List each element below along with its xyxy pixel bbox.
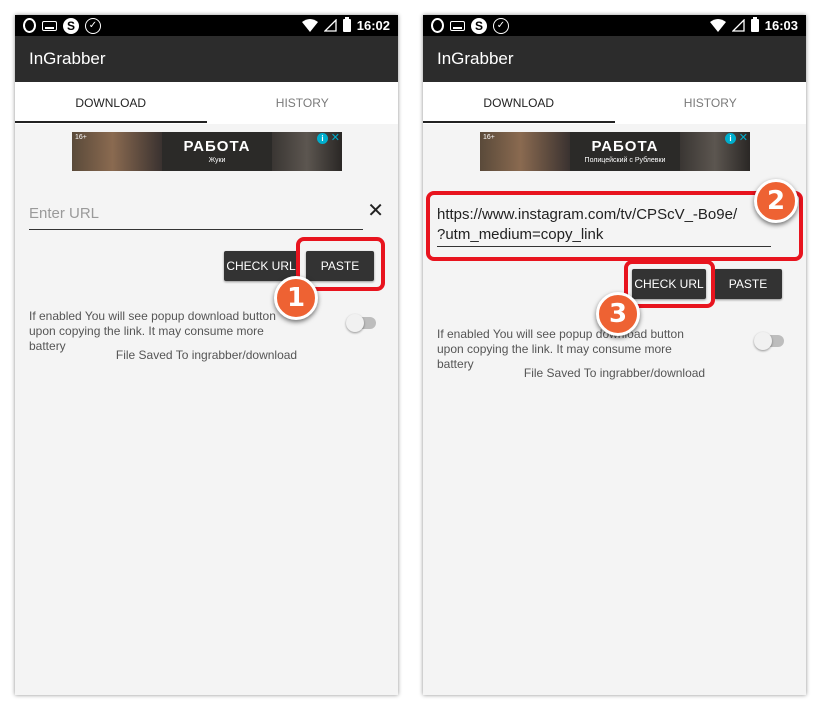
status-time: 16:03	[764, 18, 798, 33]
app-bar: InGrabber	[423, 36, 806, 82]
url-input[interactable]: Enter URL	[29, 205, 363, 230]
ad-banner[interactable]: 16+ РАБОТА Полицейский с Рублевки i ✕	[480, 132, 750, 171]
ad-info-icon[interactable]: i	[317, 133, 328, 144]
wifi-icon	[709, 19, 726, 32]
app-bar: InGrabber	[15, 36, 398, 82]
opera-icon	[431, 18, 444, 33]
signal-icon	[731, 19, 745, 32]
tab-indicator	[15, 121, 207, 123]
save-location-text: File Saved To ingrabber/download	[523, 366, 706, 380]
highlight-url-field	[426, 191, 803, 261]
ad-subtitle: Жуки	[208, 157, 226, 164]
paste-button[interactable]: PASTE	[714, 269, 782, 299]
tab-history[interactable]: HISTORY	[615, 82, 807, 124]
tab-download[interactable]: DOWNLOAD	[423, 82, 615, 124]
status-bar: ✓ 16:02	[15, 15, 398, 36]
ad-age-rating: 16+	[75, 134, 87, 141]
highlight-check-url	[624, 260, 715, 308]
step-badge-3: 3	[596, 292, 640, 336]
ad-title: РАБОТА	[183, 138, 251, 155]
opera-icon	[23, 18, 36, 33]
ad-subtitle: Полицейский с Рублевки	[584, 157, 666, 164]
popup-toggle-switch[interactable]	[754, 332, 784, 350]
app-title: InGrabber	[437, 49, 514, 68]
ad-info-icon[interactable]: i	[725, 133, 736, 144]
battery-icon	[342, 17, 351, 32]
battery-icon	[750, 17, 759, 32]
phone-screen-left: ✓ 16:02 InGrabber DOWNLOAD HISTORY 16+ Р…	[15, 15, 398, 695]
tab-bar: DOWNLOAD HISTORY	[15, 82, 398, 124]
status-time: 16:02	[356, 18, 390, 33]
url-placeholder: Enter URL	[29, 205, 100, 222]
close-icon[interactable]: ✕	[739, 132, 748, 144]
app-title: InGrabber	[29, 49, 106, 68]
shazam-icon	[63, 17, 79, 34]
check-circle-icon: ✓	[493, 17, 509, 34]
tab-indicator	[423, 121, 615, 123]
check-circle-icon: ✓	[85, 17, 101, 34]
keyboard-icon	[450, 20, 465, 31]
step-badge-2: 2	[754, 179, 798, 223]
shazam-icon	[471, 17, 487, 34]
phone-screen-right: ✓ 16:03 InGrabber DOWNLOAD HISTORY 16+ Р…	[423, 15, 806, 695]
step-badge-1: 1	[274, 276, 318, 320]
close-icon[interactable]: ✕	[367, 201, 384, 221]
tab-bar: DOWNLOAD HISTORY	[423, 82, 806, 124]
check-url-button[interactable]: CHECK URL	[224, 251, 298, 281]
popup-toggle-switch[interactable]	[346, 314, 376, 332]
wifi-icon	[301, 19, 318, 32]
ad-banner[interactable]: 16+ РАБОТА Жуки i ✕	[72, 132, 342, 171]
status-bar: ✓ 16:03	[423, 15, 806, 36]
close-icon[interactable]: ✕	[331, 132, 340, 144]
ad-title: РАБОТА	[591, 138, 659, 155]
keyboard-icon	[42, 20, 57, 31]
tab-download[interactable]: DOWNLOAD	[15, 82, 207, 124]
signal-icon	[323, 19, 337, 32]
save-location-text: File Saved To ingrabber/download	[115, 348, 298, 362]
ad-age-rating: 16+	[483, 134, 495, 141]
tab-history[interactable]: HISTORY	[207, 82, 399, 124]
